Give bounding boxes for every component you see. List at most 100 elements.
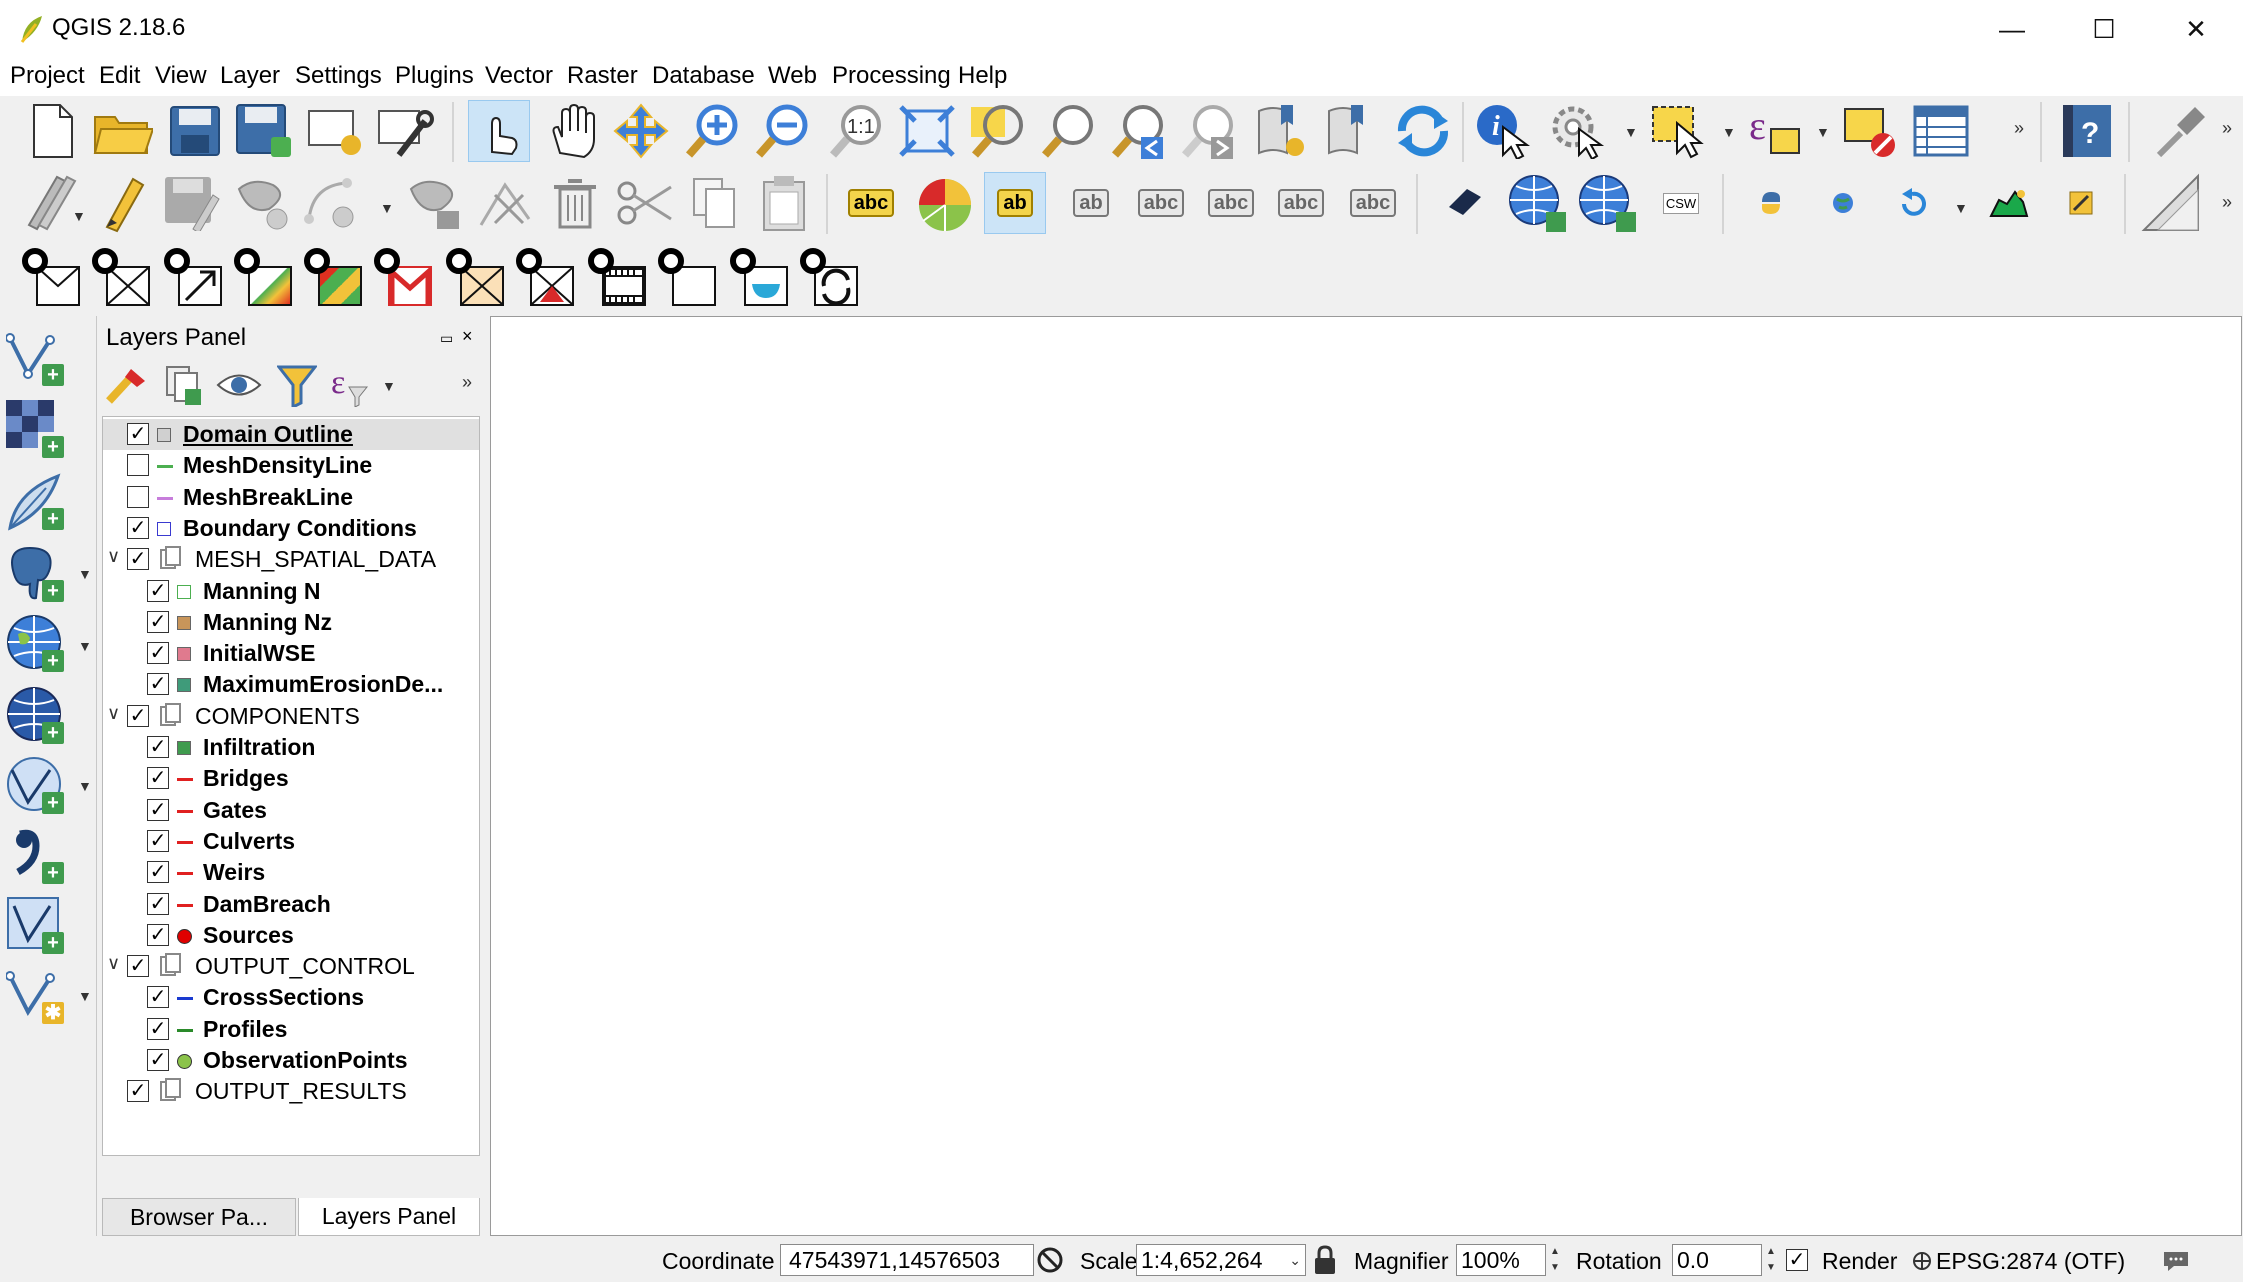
tab-browser-panel[interactable]: Browser Pa... [102, 1198, 296, 1236]
composer-manager-icon[interactable] [374, 100, 436, 162]
pencil-plugin-icon[interactable] [2050, 172, 2112, 234]
expand-arrow-icon[interactable]: ∨ [107, 703, 120, 724]
pan-map-icon[interactable] [540, 100, 602, 162]
toggle-extents-icon[interactable] [1036, 1244, 1066, 1282]
toolbar-overflow-icon[interactable]: » [2014, 118, 2024, 139]
expression-filter-dropdown-icon[interactable]: ▼ [382, 378, 396, 394]
layer-visibility-checkbox[interactable]: ✓ [147, 1049, 169, 1071]
save-layer-edits-icon[interactable] [162, 172, 224, 234]
menu-view[interactable]: View [155, 62, 207, 90]
layer-labeling-options-icon[interactable]: abc [840, 172, 902, 234]
select-by-expression-icon[interactable]: ε [1744, 100, 1806, 162]
mesh-tool-cross-icon[interactable] [92, 248, 154, 310]
layer-diagram-options-icon[interactable] [914, 172, 976, 234]
wms-add-icon[interactable] [1506, 172, 1568, 234]
mesh-tool-gmail-icon[interactable] [374, 248, 436, 310]
layer-row[interactable]: ✓ Bridges [103, 763, 479, 794]
rotation-spinner[interactable]: ▲ ▼ [1762, 1244, 1780, 1276]
layer-row[interactable]: ✓ Culverts [103, 826, 479, 857]
current-edits-icon[interactable] [22, 172, 84, 234]
save-as-icon[interactable] [234, 100, 296, 162]
metasearch-icon[interactable] [1434, 172, 1496, 234]
zoom-in-icon[interactable] [682, 100, 744, 162]
move-label-icon[interactable]: abc [1200, 172, 1262, 234]
layer-visibility-checkbox[interactable]: ✓ [147, 642, 169, 665]
layer-visibility-checkbox[interactable]: ✓ [127, 1080, 149, 1103]
menu-settings[interactable]: Settings [295, 62, 382, 90]
layer-visibility-checkbox[interactable]: ✓ [147, 829, 169, 852]
layer-visibility-checkbox[interactable]: ✓ [147, 861, 169, 884]
layer-visibility-checkbox[interactable]: ✓ [127, 955, 149, 978]
layer-visibility-checkbox[interactable]: ✓ [147, 986, 169, 1009]
close-button[interactable]: ✕ [2150, 0, 2242, 58]
mesh-tool-gradient-icon[interactable] [234, 248, 296, 310]
select-features-icon[interactable] [1648, 100, 1710, 162]
magnifier-spinner[interactable]: ▲ ▼ [1546, 1244, 1564, 1276]
globe-plugin-icon[interactable] [1812, 172, 1874, 234]
layer-group-row[interactable]: ∨ ✓ OUTPUT_CONTROL [103, 951, 479, 982]
layer-row[interactable]: ✓ Manning N [103, 576, 479, 607]
layer-row[interactable]: ✓ Domain Outline [103, 419, 479, 450]
layer-row[interactable]: ✓ InitialWSE [103, 638, 479, 669]
coordinate-field[interactable]: 47543971,14576503 [780, 1244, 1034, 1276]
mesh-tool-triangle-icon[interactable] [516, 248, 578, 310]
add-virtual-layer-icon[interactable]: + [6, 896, 76, 958]
add-wfs-layer-icon[interactable]: + [6, 756, 76, 818]
change-label-icon[interactable]: abc [1342, 172, 1404, 234]
select-dropdown-icon[interactable]: ▼ [1722, 124, 1736, 140]
layer-visibility-checkbox[interactable]: ✓ [147, 579, 169, 602]
layer-row[interactable]: ✓ MaximumErosionDe... [103, 669, 479, 700]
layer-row[interactable]: ✓ Profiles [103, 1014, 479, 1045]
mesh-tool-film-icon[interactable] [588, 248, 650, 310]
layer-group-row[interactable]: ✓ OUTPUT_RESULTS [103, 1076, 479, 1107]
undo-plugin-icon[interactable] [1882, 172, 1944, 234]
manage-visibility-icon[interactable] [216, 362, 262, 408]
action-dropdown-icon[interactable]: ▼ [1624, 124, 1638, 140]
open-project-icon[interactable] [92, 100, 154, 162]
python-console-icon[interactable] [1740, 172, 1802, 234]
add-vector-layer-icon[interactable]: + [5, 328, 76, 390]
tab-layers-panel[interactable]: Layers Panel [298, 1198, 480, 1236]
layer-group-row[interactable]: ∨ ✓ COMPONENTS [103, 701, 479, 732]
deselect-features-icon[interactable] [1840, 100, 1902, 162]
add-postgis-layer-icon[interactable]: + [6, 544, 76, 606]
circular-dropdown-icon[interactable]: ▼ [380, 200, 394, 216]
magnifier-field[interactable]: 100% [1456, 1244, 1546, 1276]
rotate-label-icon[interactable]: abc [1270, 172, 1332, 234]
messages-icon[interactable] [2162, 1250, 2190, 1278]
pin-labels-icon[interactable]: ab [1060, 172, 1122, 234]
open-attribute-table-icon[interactable] [1910, 100, 1972, 162]
paste-features-icon[interactable] [754, 172, 816, 234]
layer-row[interactable]: ✓ Sources [103, 920, 479, 951]
layer-visibility-checkbox[interactable]: ✓ [147, 923, 169, 946]
layer-visibility-checkbox[interactable]: ✓ [147, 673, 169, 696]
add-wcs-layer-icon[interactable]: + [6, 686, 76, 748]
show-hide-labels-icon[interactable]: abc [1130, 172, 1192, 234]
render-checkbox[interactable]: ✓ [1786, 1249, 1808, 1271]
menu-web[interactable]: Web [768, 62, 817, 90]
minimize-button[interactable]: — [1966, 0, 2058, 58]
mesh-tool-blank-icon[interactable] [658, 248, 720, 310]
zoom-full-icon[interactable] [896, 100, 958, 162]
wms-search-icon[interactable] [1576, 172, 1638, 234]
undock-icon[interactable]: ▭ [440, 330, 453, 347]
layer-row[interactable]: MeshBreakLine [103, 482, 479, 513]
layer-row[interactable]: ✓ DamBreach [103, 889, 479, 920]
color-picker-icon[interactable] [2148, 100, 2210, 162]
expression-dropdown-icon[interactable]: ▼ [1816, 124, 1830, 140]
panel-close-icon[interactable]: × [462, 326, 473, 347]
postgis-dropdown-icon[interactable]: ▼ [78, 566, 92, 582]
mesh-tool-envelope-icon[interactable] [22, 248, 84, 310]
new-bookmark-icon[interactable] [1250, 100, 1312, 162]
new-project-icon[interactable] [22, 100, 84, 162]
layer-visibility-checkbox[interactable]: ✓ [127, 548, 149, 571]
layer-row[interactable]: ✓ Manning Nz [103, 607, 479, 638]
expand-arrow-icon[interactable]: ∨ [107, 953, 120, 974]
add-spatialite-layer-icon[interactable]: + [6, 472, 76, 534]
layer-group-row[interactable]: ∨ ✓ MESH_SPATIAL_DATA [103, 544, 479, 575]
filter-by-expression-icon[interactable]: ε [326, 362, 372, 408]
highlight-pinned-labels-icon[interactable]: ab [984, 172, 1046, 234]
layer-visibility-checkbox[interactable]: ✓ [127, 516, 149, 539]
layer-visibility-checkbox[interactable]: ✓ [147, 1017, 169, 1040]
mesh-tool-export-icon[interactable] [164, 248, 226, 310]
